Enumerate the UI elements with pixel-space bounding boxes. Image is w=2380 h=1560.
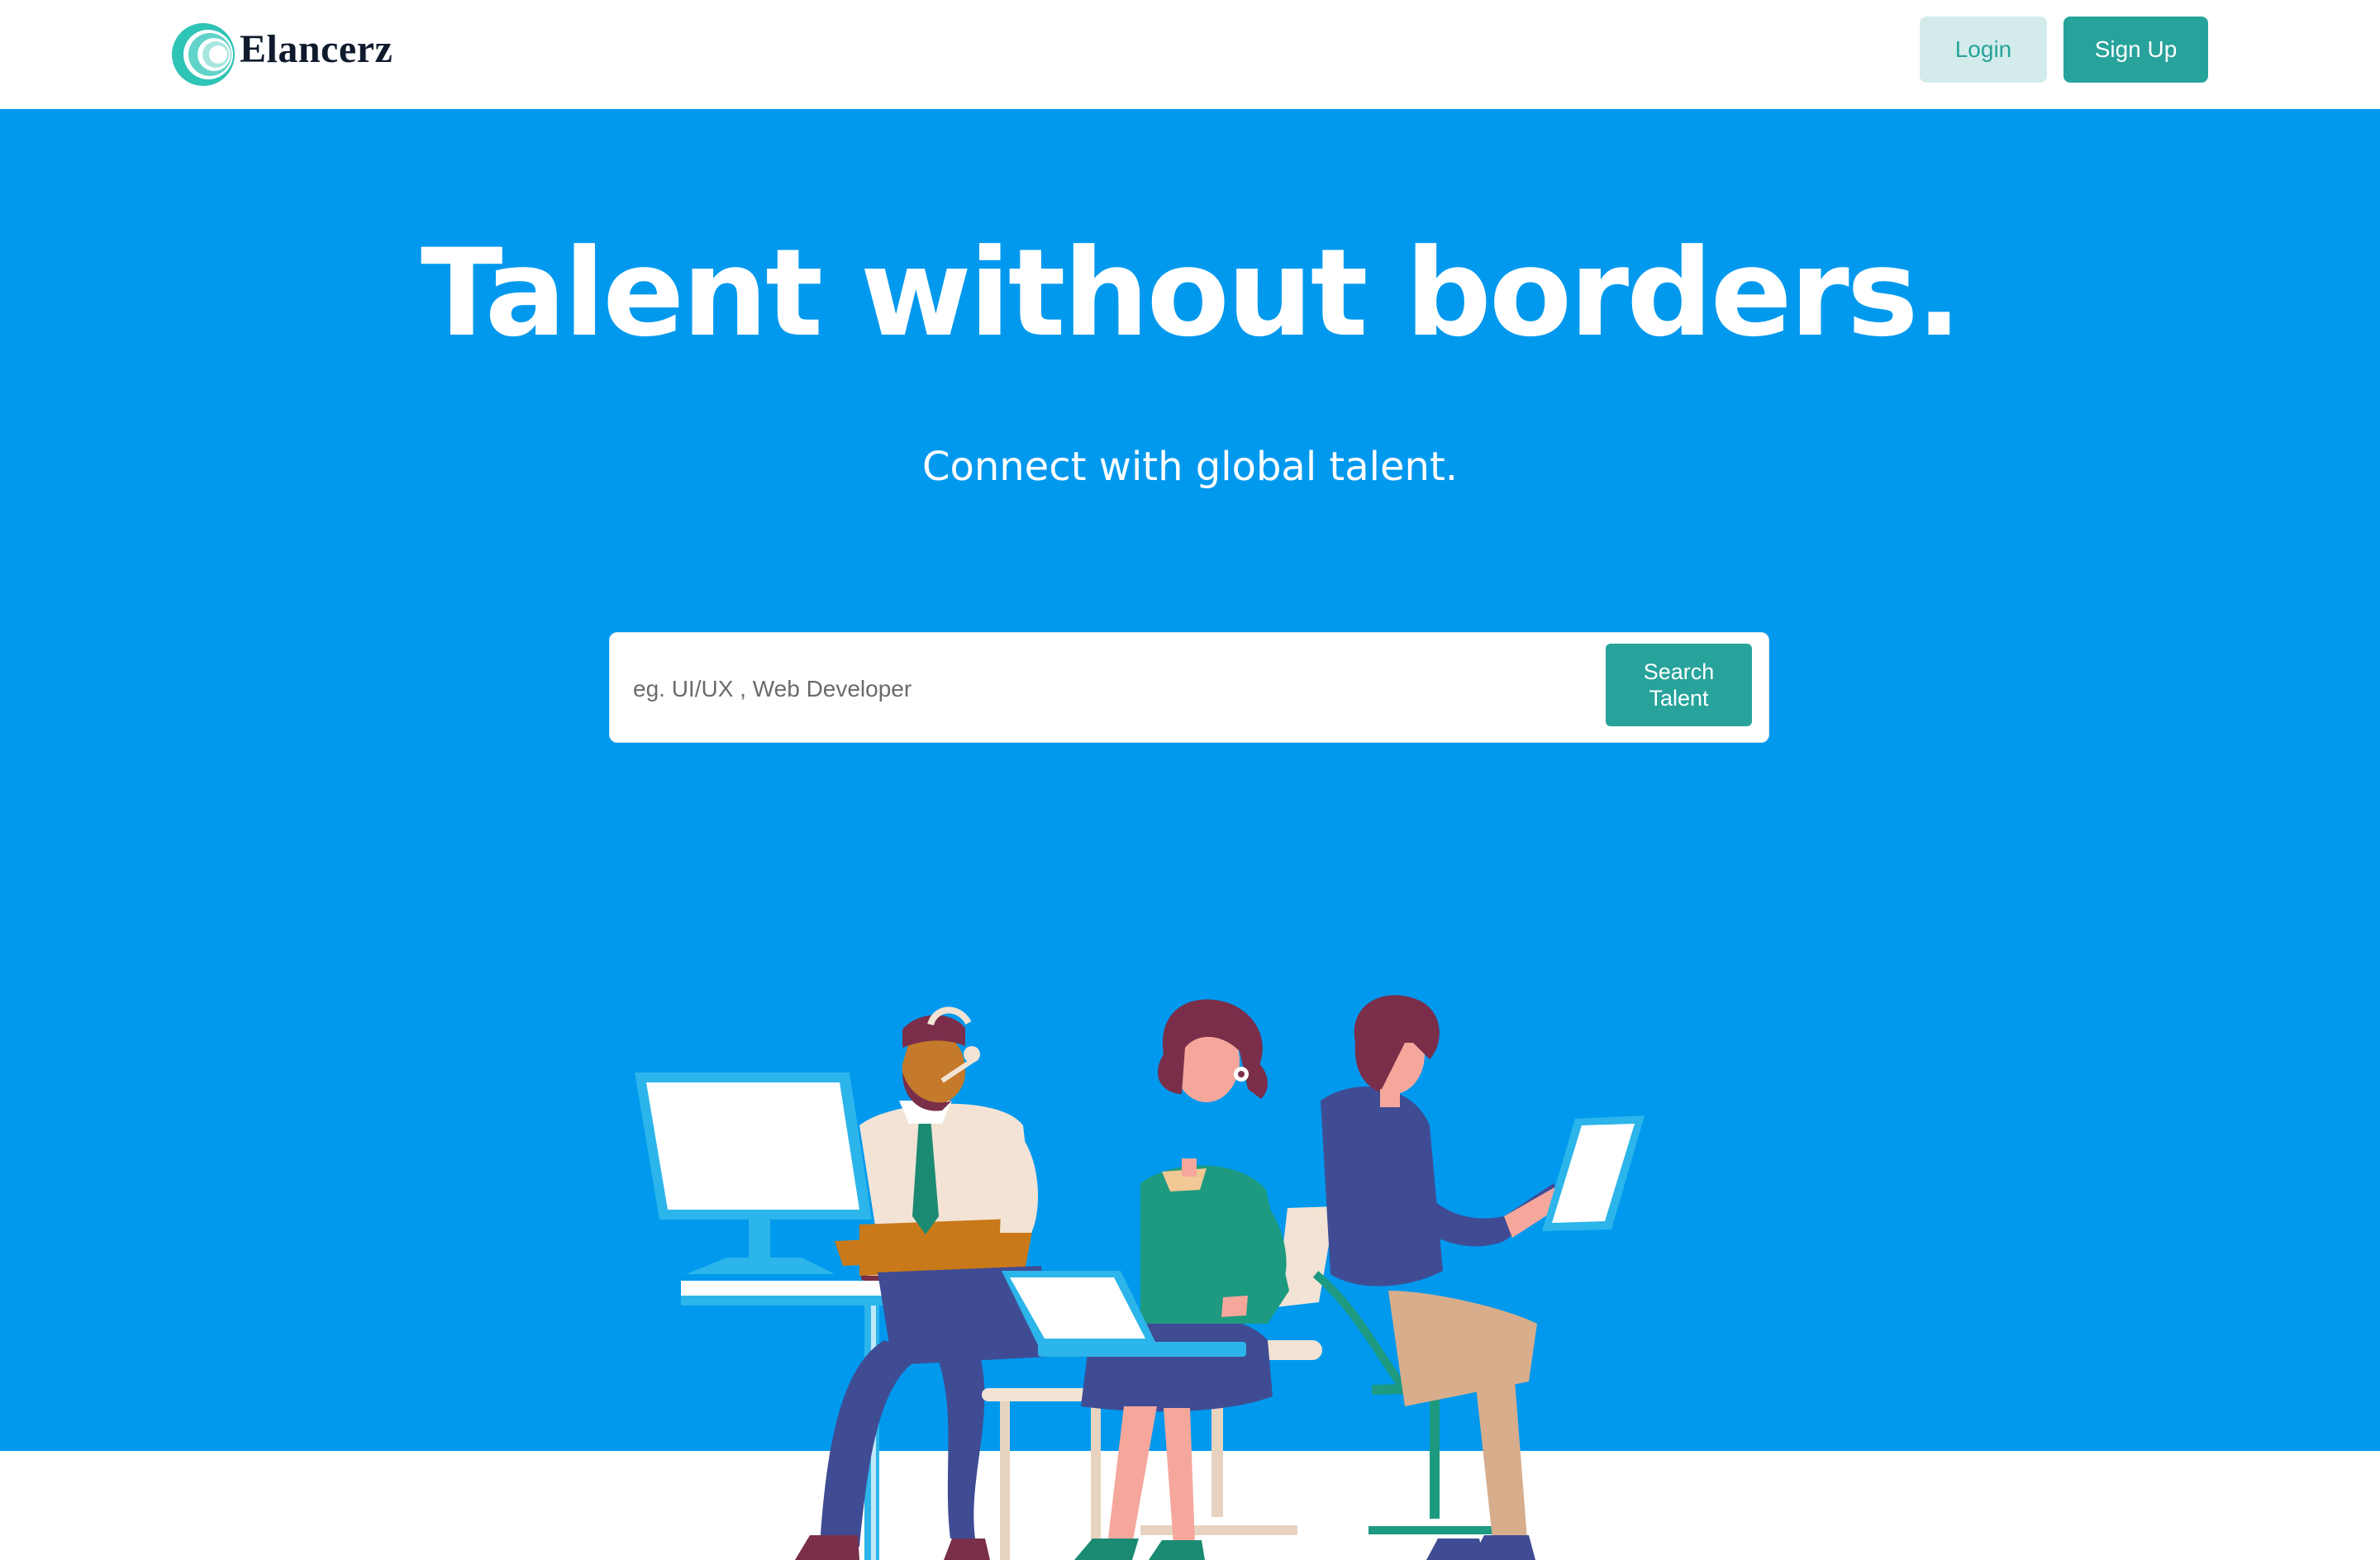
brand-name: Elancerz — [240, 27, 393, 71]
people-working-illustration — [635, 995, 1645, 1560]
hero-headline: Talent without borders. — [420, 223, 1962, 364]
hero-subheadline: Connect with global talent. — [921, 444, 1459, 490]
talent-search-bar: Search Talent — [609, 632, 1769, 743]
talent-search-input[interactable] — [631, 658, 1544, 721]
hero-section: Talent without borders. Connect with glo… — [0, 109, 2380, 1560]
woman-with-laptop-figure — [1002, 999, 1335, 1560]
concentric-circles-logo-icon — [172, 23, 235, 86]
signup-button[interactable]: Sign Up — [2063, 17, 2208, 83]
man-with-tablet-figure — [1312, 995, 1645, 1560]
search-talent-button[interactable]: Search Talent — [1606, 644, 1752, 726]
login-button[interactable]: Login — [1920, 17, 2047, 83]
top-navbar: Elancerz Login Sign Up — [0, 0, 2380, 109]
